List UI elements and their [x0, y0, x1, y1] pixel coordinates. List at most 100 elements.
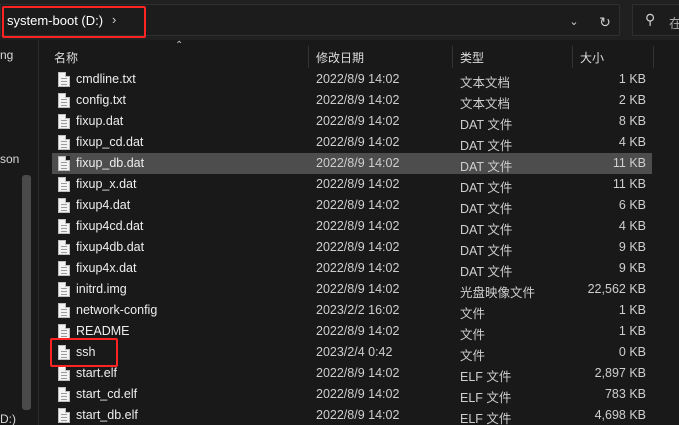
file-name[interactable]: fixup_cd.dat — [76, 135, 143, 149]
address-history-dropdown-icon[interactable]: ⌄ — [567, 15, 581, 29]
file-date: 2023/2/2 16:02 — [316, 303, 400, 317]
file-name[interactable]: fixup4x.dat — [76, 261, 136, 275]
column-separator[interactable] — [572, 46, 573, 68]
file-icon — [58, 114, 70, 129]
file-name[interactable]: README — [76, 324, 129, 338]
file-icon — [58, 93, 70, 108]
file-size: 4,698 KB — [594, 408, 646, 422]
column-name[interactable]: 名称 — [54, 49, 78, 66]
column-type[interactable]: 类型 — [460, 49, 484, 66]
file-row[interactable]: config.txt 2022/8/9 14:02 文本文档 2 KB — [52, 90, 652, 111]
file-row[interactable]: network-config 2023/2/2 16:02 文件 1 KB — [52, 300, 652, 321]
file-size: 1 KB — [618, 72, 646, 86]
file-size: 0 KB — [618, 345, 646, 359]
file-type: DAT 文件 — [460, 202, 513, 216]
column-date[interactable]: 修改日期 — [316, 49, 364, 66]
file-name[interactable]: fixup4cd.dat — [76, 219, 143, 233]
nav-item-label[interactable]: son — [0, 152, 19, 166]
file-name[interactable]: fixup_db.dat — [76, 156, 144, 170]
file-row[interactable]: fixup4db.dat 2022/8/9 14:02 DAT 文件 9 KB — [52, 237, 652, 258]
file-date: 2022/8/9 14:02 — [316, 219, 400, 233]
file-icon — [58, 240, 70, 255]
search-box[interactable]: ⚲ 在 — [632, 4, 679, 36]
file-row[interactable]: README 2022/8/9 14:02 文件 1 KB — [52, 321, 652, 342]
file-date: 2022/8/9 14:02 — [316, 177, 400, 191]
refresh-icon[interactable]: ↻ — [597, 14, 613, 30]
column-header: ⌃ 名称 修改日期 类型 大小 — [40, 40, 679, 68]
file-type: 文本文档 — [460, 97, 511, 111]
file-type: DAT 文件 — [460, 118, 513, 132]
file-name[interactable]: fixup4db.dat — [76, 240, 144, 254]
file-date: 2022/8/9 14:02 — [316, 72, 400, 86]
file-name[interactable]: fixup.dat — [76, 114, 123, 128]
file-row[interactable]: initrd.img 2022/8/9 14:02 光盘映像文件 22,562 KB — [52, 279, 652, 300]
file-row[interactable]: ssh 2023/2/4 0:42 文件 0 KB — [52, 342, 652, 363]
file-name[interactable]: config.txt — [76, 93, 126, 107]
nav-item-label[interactable]: D:) — [0, 412, 16, 425]
file-size: 4 KB — [618, 135, 646, 149]
file-date: 2022/8/9 14:02 — [316, 324, 400, 338]
nav-item-label[interactable]: ng — [0, 48, 13, 62]
file-size: 1 KB — [618, 303, 646, 317]
address-highlight-annotation — [2, 6, 146, 38]
file-size: 9 KB — [618, 261, 646, 275]
file-size: 9 KB — [618, 240, 646, 254]
column-separator[interactable] — [452, 46, 453, 68]
file-type: ELF 文件 — [460, 391, 512, 405]
file-type: ELF 文件 — [460, 370, 512, 384]
file-name[interactable]: fixup_x.dat — [76, 177, 136, 191]
file-date: 2022/8/9 14:02 — [316, 240, 400, 254]
navigation-pane: ng son D:) — [0, 40, 38, 425]
file-size: 4 KB — [618, 219, 646, 233]
nav-scrollbar[interactable] — [22, 175, 31, 410]
file-row[interactable]: fixup.dat 2022/8/9 14:02 DAT 文件 8 KB — [52, 111, 652, 132]
file-date: 2022/8/9 14:02 — [316, 387, 400, 401]
file-name[interactable]: network-config — [76, 303, 157, 317]
file-row[interactable]: start.elf 2022/8/9 14:02 ELF 文件 2,897 KB — [52, 363, 652, 384]
pane-divider[interactable] — [38, 40, 39, 425]
file-icon — [58, 198, 70, 213]
file-size: 2,897 KB — [594, 366, 646, 380]
file-icon — [58, 72, 70, 87]
file-row[interactable]: cmdline.txt 2022/8/9 14:02 文本文档 1 KB — [52, 69, 652, 90]
file-row[interactable]: start_db.elf 2022/8/9 14:02 ELF 文件 4,698 KB — [52, 405, 652, 425]
file-date: 2022/8/9 14:02 — [316, 114, 400, 128]
file-size: 2 KB — [618, 93, 646, 107]
file-name[interactable]: start_cd.elf — [76, 387, 137, 401]
column-size[interactable]: 大小 — [580, 49, 604, 66]
file-icon — [58, 408, 70, 423]
address-toolbar: system-boot (D:) › ⌄ ↻ ⚲ 在 — [0, 0, 679, 40]
file-name[interactable]: fixup4.dat — [76, 198, 130, 212]
file-type: 文本文档 — [460, 76, 511, 90]
file-size: 6 KB — [618, 198, 646, 212]
file-type: 光盘映像文件 — [460, 286, 536, 300]
file-row[interactable]: fixup_x.dat 2022/8/9 14:02 DAT 文件 11 KB — [52, 174, 652, 195]
file-name[interactable]: initrd.img — [76, 282, 127, 296]
file-row[interactable]: fixup4x.dat 2022/8/9 14:02 DAT 文件 9 KB — [52, 258, 652, 279]
file-name[interactable]: cmdline.txt — [76, 72, 136, 86]
file-date: 2023/2/4 0:42 — [316, 345, 393, 359]
file-name[interactable]: start_db.elf — [76, 408, 138, 422]
file-row[interactable]: fixup4cd.dat 2022/8/9 14:02 DAT 文件 4 KB — [52, 216, 652, 237]
file-icon — [58, 156, 70, 171]
file-row[interactable]: start_cd.elf 2022/8/9 14:02 ELF 文件 783 KB — [52, 384, 652, 405]
file-row[interactable]: fixup_db.dat 2022/8/9 14:02 DAT 文件 11 KB — [52, 153, 652, 174]
file-type: 文件 — [460, 349, 486, 363]
file-size: 22,562 KB — [587, 282, 646, 296]
file-row[interactable]: fixup4.dat 2022/8/9 14:02 DAT 文件 6 KB — [52, 195, 652, 216]
file-row[interactable]: fixup_cd.dat 2022/8/9 14:02 DAT 文件 4 KB — [52, 132, 652, 153]
ssh-highlight-annotation — [50, 338, 118, 367]
file-name[interactable]: start.elf — [76, 366, 117, 380]
file-size: 1 KB — [618, 324, 646, 338]
file-icon — [58, 366, 70, 381]
file-type: DAT 文件 — [460, 139, 513, 153]
file-icon — [58, 135, 70, 150]
column-separator[interactable] — [653, 46, 654, 68]
file-date: 2022/8/9 14:02 — [316, 366, 400, 380]
file-icon — [58, 282, 70, 297]
column-separator[interactable] — [308, 46, 309, 68]
file-type: DAT 文件 — [460, 265, 513, 279]
file-icon — [58, 303, 70, 318]
file-icon — [58, 387, 70, 402]
file-icon — [58, 177, 70, 192]
